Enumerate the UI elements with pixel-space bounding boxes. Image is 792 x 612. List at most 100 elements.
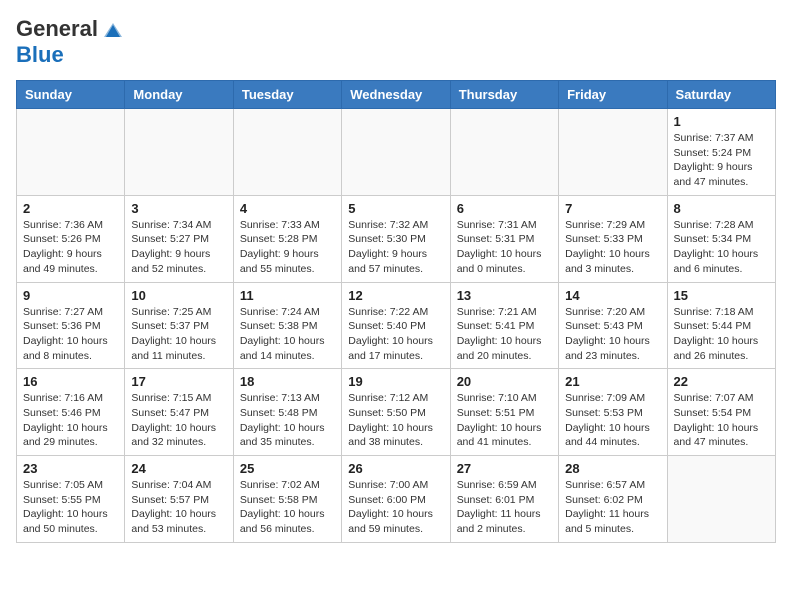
calendar-cell: 24 Sunrise: 7:04 AM Sunset: 5:57 PM Dayli… bbox=[125, 456, 233, 543]
day-info: Sunrise: 7:22 AM Sunset: 5:40 PM Dayligh… bbox=[348, 305, 443, 364]
calendar-cell: 3 Sunrise: 7:34 AM Sunset: 5:27 PM Daylig… bbox=[125, 195, 233, 282]
weekday-header-monday: Monday bbox=[125, 81, 233, 109]
day-info: Sunrise: 7:29 AM Sunset: 5:33 PM Dayligh… bbox=[565, 218, 660, 277]
day-number: 24 bbox=[131, 461, 226, 476]
day-info: Sunrise: 6:57 AM Sunset: 6:02 PM Dayligh… bbox=[565, 478, 660, 537]
day-info: Sunrise: 7:21 AM Sunset: 5:41 PM Dayligh… bbox=[457, 305, 552, 364]
logo: General Blue bbox=[16, 16, 122, 68]
day-info: Sunrise: 7:09 AM Sunset: 5:53 PM Dayligh… bbox=[565, 391, 660, 450]
calendar-cell: 11 Sunrise: 7:24 AM Sunset: 5:38 PM Dayli… bbox=[233, 282, 341, 369]
day-info: Sunrise: 7:12 AM Sunset: 5:50 PM Dayligh… bbox=[348, 391, 443, 450]
day-number: 25 bbox=[240, 461, 335, 476]
calendar-cell: 23 Sunrise: 7:05 AM Sunset: 5:55 PM Dayli… bbox=[17, 456, 125, 543]
day-info: Sunrise: 7:10 AM Sunset: 5:51 PM Dayligh… bbox=[457, 391, 552, 450]
day-number: 3 bbox=[131, 201, 226, 216]
calendar-cell: 19 Sunrise: 7:12 AM Sunset: 5:50 PM Dayli… bbox=[342, 369, 450, 456]
calendar-cell: 28 Sunrise: 6:57 AM Sunset: 6:02 PM Dayli… bbox=[559, 456, 667, 543]
calendar-cell: 2 Sunrise: 7:36 AM Sunset: 5:26 PM Daylig… bbox=[17, 195, 125, 282]
day-info: Sunrise: 7:24 AM Sunset: 5:38 PM Dayligh… bbox=[240, 305, 335, 364]
calendar-cell: 16 Sunrise: 7:16 AM Sunset: 5:46 PM Dayli… bbox=[17, 369, 125, 456]
calendar-cell bbox=[17, 109, 125, 196]
day-info: Sunrise: 7:16 AM Sunset: 5:46 PM Dayligh… bbox=[23, 391, 118, 450]
day-number: 17 bbox=[131, 374, 226, 389]
calendar-week-row: 2 Sunrise: 7:36 AM Sunset: 5:26 PM Daylig… bbox=[17, 195, 776, 282]
calendar-cell bbox=[450, 109, 558, 196]
day-info: Sunrise: 7:31 AM Sunset: 5:31 PM Dayligh… bbox=[457, 218, 552, 277]
day-number: 10 bbox=[131, 288, 226, 303]
logo-blue: Blue bbox=[16, 42, 64, 67]
day-number: 14 bbox=[565, 288, 660, 303]
day-number: 26 bbox=[348, 461, 443, 476]
calendar-week-row: 1 Sunrise: 7:37 AM Sunset: 5:24 PM Daylig… bbox=[17, 109, 776, 196]
calendar-cell: 10 Sunrise: 7:25 AM Sunset: 5:37 PM Dayli… bbox=[125, 282, 233, 369]
day-number: 28 bbox=[565, 461, 660, 476]
day-number: 5 bbox=[348, 201, 443, 216]
day-number: 22 bbox=[674, 374, 769, 389]
day-number: 7 bbox=[565, 201, 660, 216]
day-number: 6 bbox=[457, 201, 552, 216]
day-number: 21 bbox=[565, 374, 660, 389]
weekday-header-saturday: Saturday bbox=[667, 81, 775, 109]
calendar-cell: 14Sunrise: 7:20 AM Sunset: 5:43 PM Dayli… bbox=[559, 282, 667, 369]
logo-general: General bbox=[16, 16, 98, 41]
day-info: Sunrise: 7:33 AM Sunset: 5:28 PM Dayligh… bbox=[240, 218, 335, 277]
day-info: Sunrise: 7:32 AM Sunset: 5:30 PM Dayligh… bbox=[348, 218, 443, 277]
calendar-cell: 27 Sunrise: 6:59 AM Sunset: 6:01 PM Dayli… bbox=[450, 456, 558, 543]
day-info: Sunrise: 6:59 AM Sunset: 6:01 PM Dayligh… bbox=[457, 478, 552, 537]
day-number: 23 bbox=[23, 461, 118, 476]
weekday-header-thursday: Thursday bbox=[450, 81, 558, 109]
calendar-week-row: 23 Sunrise: 7:05 AM Sunset: 5:55 PM Dayli… bbox=[17, 456, 776, 543]
calendar-cell bbox=[233, 109, 341, 196]
calendar-cell bbox=[667, 456, 775, 543]
calendar-cell: 4 Sunrise: 7:33 AM Sunset: 5:28 PM Daylig… bbox=[233, 195, 341, 282]
weekday-header-friday: Friday bbox=[559, 81, 667, 109]
day-number: 9 bbox=[23, 288, 118, 303]
day-number: 18 bbox=[240, 374, 335, 389]
calendar-cell: 17 Sunrise: 7:15 AM Sunset: 5:47 PM Dayli… bbox=[125, 369, 233, 456]
weekday-header-tuesday: Tuesday bbox=[233, 81, 341, 109]
calendar-week-row: 9 Sunrise: 7:27 AM Sunset: 5:36 PM Daylig… bbox=[17, 282, 776, 369]
weekday-header-row: SundayMondayTuesdayWednesdayThursdayFrid… bbox=[17, 81, 776, 109]
day-number: 20 bbox=[457, 374, 552, 389]
day-number: 1 bbox=[674, 114, 769, 129]
weekday-header-wednesday: Wednesday bbox=[342, 81, 450, 109]
day-number: 8 bbox=[674, 201, 769, 216]
day-info: Sunrise: 7:37 AM Sunset: 5:24 PM Dayligh… bbox=[674, 131, 769, 190]
calendar-cell: 6 Sunrise: 7:31 AM Sunset: 5:31 PM Daylig… bbox=[450, 195, 558, 282]
calendar-cell: 21 Sunrise: 7:09 AM Sunset: 5:53 PM Dayli… bbox=[559, 369, 667, 456]
day-info: Sunrise: 7:13 AM Sunset: 5:48 PM Dayligh… bbox=[240, 391, 335, 450]
logo-icon bbox=[104, 23, 122, 41]
day-number: 19 bbox=[348, 374, 443, 389]
calendar-cell: 22 Sunrise: 7:07 AM Sunset: 5:54 PM Dayli… bbox=[667, 369, 775, 456]
day-number: 2 bbox=[23, 201, 118, 216]
day-number: 27 bbox=[457, 461, 552, 476]
calendar-cell: 15 Sunrise: 7:18 AM Sunset: 5:44 PM Dayli… bbox=[667, 282, 775, 369]
day-info: Sunrise: 7:18 AM Sunset: 5:44 PM Dayligh… bbox=[674, 305, 769, 364]
day-info: Sunrise: 7:04 AM Sunset: 5:57 PM Dayligh… bbox=[131, 478, 226, 537]
day-info: Sunrise: 7:25 AM Sunset: 5:37 PM Dayligh… bbox=[131, 305, 226, 364]
calendar-cell bbox=[342, 109, 450, 196]
calendar-cell: 7 Sunrise: 7:29 AM Sunset: 5:33 PM Daylig… bbox=[559, 195, 667, 282]
day-info: Sunrise: 7:15 AM Sunset: 5:47 PM Dayligh… bbox=[131, 391, 226, 450]
day-number: 11 bbox=[240, 288, 335, 303]
day-number: 15 bbox=[674, 288, 769, 303]
day-info: Sunrise: 7:02 AM Sunset: 5:58 PM Dayligh… bbox=[240, 478, 335, 537]
day-info: Sunrise: 7:36 AM Sunset: 5:26 PM Dayligh… bbox=[23, 218, 118, 277]
calendar-cell: 1 Sunrise: 7:37 AM Sunset: 5:24 PM Daylig… bbox=[667, 109, 775, 196]
calendar-cell: 18 Sunrise: 7:13 AM Sunset: 5:48 PM Dayli… bbox=[233, 369, 341, 456]
calendar-cell: 25 Sunrise: 7:02 AM Sunset: 5:58 PM Dayli… bbox=[233, 456, 341, 543]
calendar-cell: 12Sunrise: 7:22 AM Sunset: 5:40 PM Dayli… bbox=[342, 282, 450, 369]
calendar-cell: 8Sunrise: 7:28 AM Sunset: 5:34 PM Daylig… bbox=[667, 195, 775, 282]
calendar-cell: 13 Sunrise: 7:21 AM Sunset: 5:41 PM Dayli… bbox=[450, 282, 558, 369]
calendar-table: SundayMondayTuesdayWednesdayThursdayFrid… bbox=[16, 80, 776, 543]
day-info: Sunrise: 7:05 AM Sunset: 5:55 PM Dayligh… bbox=[23, 478, 118, 537]
day-info: Sunrise: 7:34 AM Sunset: 5:27 PM Dayligh… bbox=[131, 218, 226, 277]
calendar-cell: 26Sunrise: 7:00 AM Sunset: 6:00 PM Dayli… bbox=[342, 456, 450, 543]
day-info: Sunrise: 7:07 AM Sunset: 5:54 PM Dayligh… bbox=[674, 391, 769, 450]
page-header: General Blue bbox=[16, 16, 776, 68]
calendar-cell: 5 Sunrise: 7:32 AM Sunset: 5:30 PM Daylig… bbox=[342, 195, 450, 282]
day-info: Sunrise: 7:27 AM Sunset: 5:36 PM Dayligh… bbox=[23, 305, 118, 364]
day-number: 4 bbox=[240, 201, 335, 216]
day-number: 16 bbox=[23, 374, 118, 389]
day-number: 13 bbox=[457, 288, 552, 303]
